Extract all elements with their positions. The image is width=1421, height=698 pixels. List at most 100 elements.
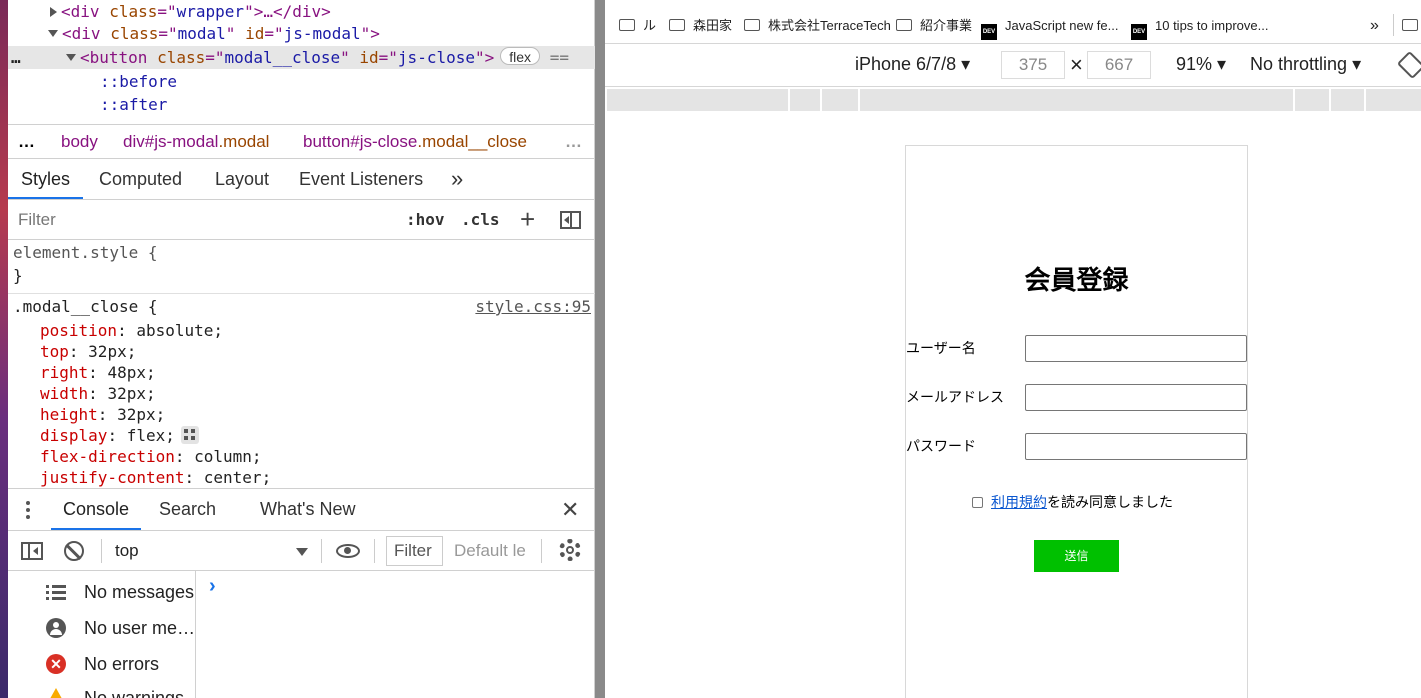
- context-dropdown-icon[interactable]: [296, 548, 308, 556]
- device-selector[interactable]: iPhone 6/7/8 ▾: [855, 54, 970, 75]
- elements-tree: <div class="wrapper">…</div> <div class=…: [8, 0, 595, 124]
- tab-computed[interactable]: Computed: [99, 159, 182, 199]
- pseudo-after[interactable]: ::after: [100, 93, 167, 116]
- password-field[interactable]: [1025, 433, 1247, 460]
- console-drawer: Console Search What's New ✕ top Filter D…: [8, 488, 595, 698]
- expand-triangle-icon[interactable]: [50, 7, 57, 17]
- sidebar-item-warnings[interactable]: No warnings: [46, 683, 184, 698]
- toolbar-divider: [541, 539, 542, 563]
- tab-search[interactable]: Search: [159, 489, 216, 530]
- tab-styles[interactable]: Styles: [8, 159, 84, 199]
- bookmarks-overflow-icon[interactable]: »: [1370, 17, 1379, 35]
- node-menu-dots[interactable]: …: [11, 46, 21, 69]
- dev-icon: DEV: [1131, 24, 1147, 40]
- email-field[interactable]: [1025, 384, 1247, 411]
- flexbox-editor-icon[interactable]: [180, 426, 199, 444]
- element-style-rule[interactable]: element.style {: [13, 242, 158, 263]
- user-icon: [46, 618, 66, 638]
- drawer-tabs: Console Search What's New ✕: [8, 489, 595, 531]
- breadcrumb-scroll-right[interactable]: …: [565, 125, 582, 158]
- context-selector[interactable]: top: [115, 541, 139, 561]
- dev-icon: DEV: [981, 24, 997, 40]
- style-property[interactable]: position: absolute;: [40, 320, 223, 341]
- bookmark-item[interactable]: 森田家: [669, 17, 732, 35]
- viewport-width-input[interactable]: 375: [1001, 51, 1065, 79]
- error-icon: ✕: [46, 654, 66, 674]
- style-property[interactable]: justify-content: center;: [40, 467, 271, 488]
- new-style-rule-icon[interactable]: +: [520, 204, 535, 235]
- sidebar-item-messages[interactable]: No messages: [46, 577, 194, 607]
- drawer-menu-icon[interactable]: [26, 499, 30, 521]
- live-expression-eye-icon[interactable]: [336, 544, 360, 558]
- cls-toggle[interactable]: .cls: [461, 210, 500, 229]
- style-property[interactable]: right: 48px;: [40, 362, 156, 383]
- styles-pane: element.style { } .modal__close { style.…: [8, 240, 595, 488]
- console-sidebar: No messages No user me… ✕ No errors No w…: [8, 571, 196, 698]
- dom-node-modal[interactable]: <div class="modal" id="js-modal">: [48, 22, 380, 45]
- breadcrumb-body[interactable]: body: [61, 125, 98, 158]
- dom-node-wrapper[interactable]: <div class="wrapper">…</div>: [50, 0, 331, 23]
- sidebar-item-user-messages[interactable]: No user me…: [46, 613, 195, 643]
- toggle-sidebar-icon[interactable]: [560, 211, 581, 229]
- log-levels-dropdown[interactable]: Default le: [454, 541, 526, 561]
- bookmark-item[interactable]: 株式会社TerraceTech: [744, 17, 891, 35]
- breadcrumb-modal[interactable]: div#js-modal.modal: [123, 125, 269, 158]
- bookmark-item[interactable]: DEV JavaScript new fe...: [981, 17, 1118, 40]
- style-property[interactable]: flex-direction: column;: [40, 446, 262, 467]
- media-query-ruler[interactable]: [607, 89, 1421, 111]
- tab-layout[interactable]: Layout: [215, 159, 269, 199]
- bookmark-item[interactable]: ル: [619, 17, 656, 35]
- styles-filter-bar: Filter :hov .cls +: [8, 200, 595, 240]
- close-drawer-icon[interactable]: ✕: [561, 489, 579, 530]
- collapse-triangle-icon[interactable]: [48, 30, 58, 37]
- devtools-panel: <div class="wrapper">…</div> <div class=…: [8, 0, 595, 698]
- desktop-background: [0, 0, 8, 698]
- console-sidebar-toggle-icon[interactable]: [21, 542, 43, 560]
- breadcrumb-scroll-left[interactable]: …: [18, 125, 35, 158]
- flex-badge[interactable]: flex: [500, 47, 541, 65]
- password-label: パスワード: [906, 439, 976, 455]
- username-field[interactable]: [1025, 335, 1247, 362]
- tab-console[interactable]: Console: [51, 489, 142, 530]
- other-bookmarks[interactable]: [1402, 17, 1421, 35]
- console-prompt[interactable]: ›: [209, 575, 216, 598]
- folder-icon: [1402, 19, 1418, 31]
- rule-divider: [8, 293, 595, 294]
- tab-whats-new[interactable]: What's New: [260, 489, 355, 530]
- style-property[interactable]: height: 32px;: [40, 404, 165, 425]
- toolbar-divider: [321, 539, 322, 563]
- breadcrumb: … body div#js-modal.modal button#js-clos…: [8, 124, 595, 159]
- sidebar-item-errors[interactable]: ✕ No errors: [46, 649, 159, 679]
- emulated-page: 会員登録 ユーザー名 メールアドレス パスワード 利用規約を読み同意しました 送…: [905, 145, 1248, 698]
- console-filter-input[interactable]: Filter: [386, 536, 443, 566]
- terms-checkbox[interactable]: [972, 497, 983, 508]
- style-property[interactable]: width: 32px;: [40, 383, 156, 404]
- styles-filter-input[interactable]: Filter: [18, 210, 56, 230]
- panel-splitter[interactable]: [595, 0, 605, 698]
- pseudo-before[interactable]: ::before: [100, 70, 177, 93]
- rotate-device-icon[interactable]: [1396, 50, 1421, 80]
- username-label: ユーザー名: [906, 341, 976, 357]
- terms-link[interactable]: 利用規約: [991, 495, 1047, 511]
- rule-selector[interactable]: .modal__close {: [13, 296, 158, 317]
- more-tabs-icon[interactable]: »: [451, 159, 463, 199]
- console-settings-gear-icon[interactable]: [559, 539, 581, 561]
- style-property[interactable]: top: 32px;: [40, 341, 136, 362]
- submit-button[interactable]: 送信: [1034, 540, 1119, 572]
- bookmark-item[interactable]: DEV 10 tips to improve...: [1131, 17, 1268, 40]
- tab-event-listeners[interactable]: Event Listeners: [299, 159, 423, 199]
- bookmark-item[interactable]: 紹介事業: [896, 17, 972, 35]
- collapse-triangle-icon[interactable]: [66, 54, 76, 61]
- throttling-selector[interactable]: No throttling ▾: [1250, 54, 1361, 75]
- viewport-height-input[interactable]: 667: [1087, 51, 1151, 79]
- toolbar-divider: [374, 539, 375, 563]
- browser-viewport-area: ル 森田家 株式会社TerraceTech 紹介事業 DEV JavaScript…: [605, 0, 1421, 698]
- breadcrumb-button[interactable]: button#js-close.modal__close: [303, 125, 527, 158]
- rule-source-link[interactable]: style.css:95: [475, 296, 591, 317]
- dom-node-button-selected[interactable]: … <button class="modal__close" id="js-cl…: [8, 46, 595, 69]
- hov-toggle[interactable]: :hov: [406, 210, 445, 229]
- clear-console-icon[interactable]: [64, 541, 84, 561]
- style-property[interactable]: display: flex;: [40, 425, 199, 446]
- styles-tabs: Styles Computed Layout Event Listeners »: [8, 159, 595, 200]
- zoom-selector[interactable]: 91% ▾: [1176, 54, 1226, 75]
